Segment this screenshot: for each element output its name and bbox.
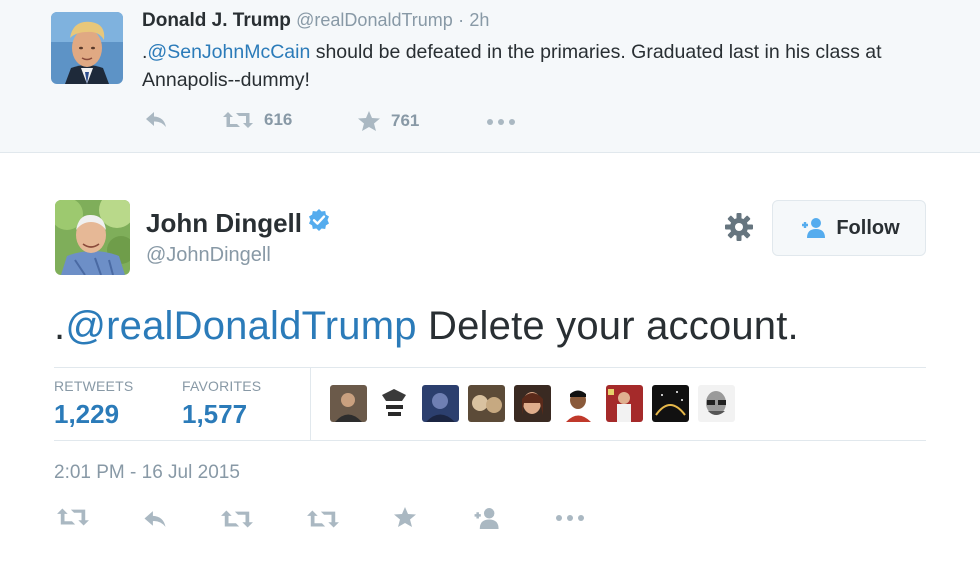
follow-person-icon <box>474 508 499 529</box>
separator: · <box>458 10 465 30</box>
text-prefix: . <box>54 304 66 348</box>
tweet-body: Delete your account. <box>416 304 799 348</box>
tweet-stats: RETWEETS 1,229 FAVORITES 1,577 <box>54 367 926 441</box>
favorite-button[interactable] <box>393 506 417 528</box>
favoriter-avatars <box>330 385 744 422</box>
trump-avatar[interactable] <box>51 12 123 84</box>
parent-tweet[interactable]: Donald J. Trump @realDonaldTrump · 2h .@… <box>0 0 980 153</box>
reply-button[interactable] <box>142 509 168 530</box>
parent-tweet-actions: 616 761 <box>142 110 542 136</box>
favoriter-avatar[interactable] <box>468 385 505 422</box>
retweet-button[interactable] <box>220 508 254 530</box>
mention-link[interactable]: @SenJohnMcCain <box>147 41 310 63</box>
favoriter-avatar[interactable] <box>330 385 367 422</box>
author-handle[interactable]: @JohnDingell <box>146 244 271 267</box>
retweet-button[interactable]: 616 <box>222 110 292 130</box>
main-tweet-actions <box>54 506 614 540</box>
favorite-button[interactable]: 761 <box>357 110 419 132</box>
more-dots-icon <box>556 515 584 521</box>
favoriter-avatar[interactable] <box>422 385 459 422</box>
follow-button[interactable]: Follow <box>772 200 926 256</box>
mention-link[interactable]: @realDonaldTrump <box>65 304 416 348</box>
tweet-timestamp[interactable]: 2:01 PM - 16 Jul 2015 <box>54 462 240 484</box>
more-dots-icon <box>487 119 515 125</box>
favoriter-avatar[interactable] <box>376 385 413 422</box>
retweet-indicator[interactable] <box>56 506 90 528</box>
retweet-icon <box>223 112 253 128</box>
favoriter-avatar[interactable] <box>698 385 735 422</box>
author-name[interactable]: Donald J. Trump <box>142 10 291 31</box>
favorite-count: 761 <box>391 111 420 130</box>
favoriter-avatar[interactable] <box>514 385 551 422</box>
reply-button[interactable] <box>144 110 168 130</box>
gear-icon[interactable] <box>722 210 756 244</box>
retweets-label: RETWEETS <box>54 378 134 394</box>
main-tweet-text: .@realDonaldTrump Delete your account. <box>54 300 799 352</box>
retweet-icon <box>307 510 339 528</box>
retweets-stat[interactable]: RETWEETS 1,229 <box>54 378 133 430</box>
verified-badge-icon <box>307 208 331 239</box>
favorites-value: 1,577 <box>182 399 248 429</box>
retweets-value: 1,229 <box>54 399 120 429</box>
tweet-time[interactable]: 2h <box>469 10 489 30</box>
follow-label: Follow <box>836 216 900 239</box>
parent-tweet-text: .@SenJohnMcCain should be defeated in th… <box>142 38 932 94</box>
stats-divider <box>310 368 311 441</box>
favoriter-avatar[interactable] <box>606 385 643 422</box>
more-button[interactable] <box>554 508 586 528</box>
reply-icon <box>146 112 166 127</box>
retweet-icon <box>57 508 89 526</box>
favorite-star-icon <box>394 507 416 527</box>
favorites-label: FAVORITES <box>182 378 262 394</box>
follow-user-button[interactable] <box>470 507 500 530</box>
retweet-icon <box>221 510 253 528</box>
parent-tweet-header: Donald J. Trump @realDonaldTrump · 2h <box>142 10 489 32</box>
dingell-avatar[interactable] <box>55 200 130 275</box>
favoriter-avatar[interactable] <box>560 385 597 422</box>
author-name[interactable]: John Dingell <box>146 208 302 239</box>
favorite-star-icon <box>358 111 380 131</box>
author-handle[interactable]: @realDonaldTrump <box>296 10 453 30</box>
follow-person-icon <box>802 218 826 238</box>
quote-retweet-button[interactable] <box>306 508 340 530</box>
favoriter-avatar[interactable] <box>652 385 689 422</box>
favorites-stat[interactable]: FAVORITES 1,577 <box>182 378 261 430</box>
author-name-row: John Dingell <box>146 208 331 239</box>
retweet-count: 616 <box>264 110 293 129</box>
more-button[interactable] <box>485 112 517 132</box>
reply-icon <box>144 511 166 527</box>
